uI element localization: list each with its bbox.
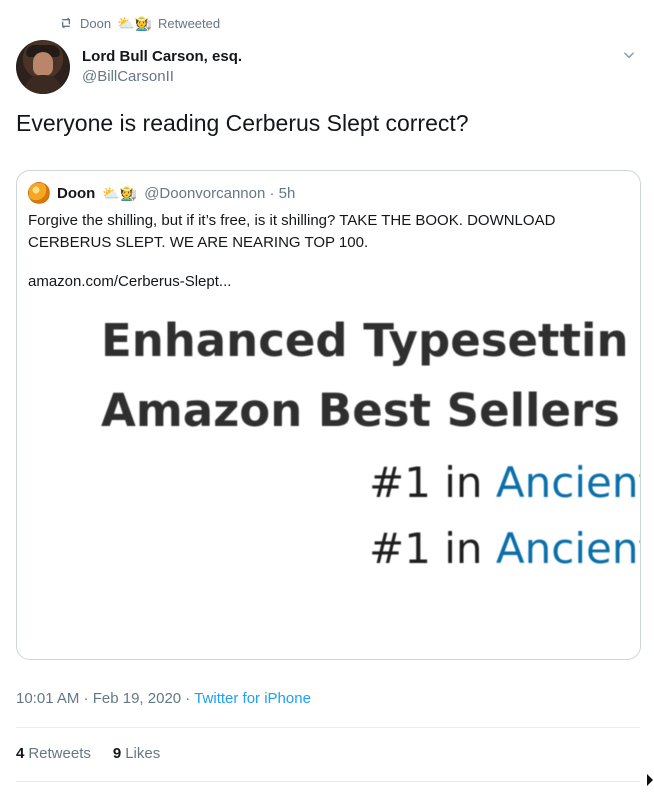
quoted-image[interactable]: Enhanced Typesettin Amazon Best Sellers … bbox=[17, 299, 640, 594]
image-heading-line: Enhanced Typesettin bbox=[101, 314, 629, 367]
tweet-text: Everyone is reading Cerberus Slept corre… bbox=[16, 110, 469, 136]
image-rank-line: #1 in Ancient bbox=[369, 525, 640, 573]
meta-divider bbox=[16, 727, 640, 728]
quoted-link[interactable]: amazon.com/Cerberus-Slept... bbox=[28, 273, 231, 290]
avatar[interactable] bbox=[16, 40, 70, 94]
author-handle[interactable]: @BillCarsonII bbox=[82, 68, 174, 85]
quoted-avatar[interactable] bbox=[28, 182, 50, 204]
retweet-user-emoji: ⛅🧑‍🌾 bbox=[117, 15, 152, 31]
quoted-display-name[interactable]: Doon bbox=[57, 185, 95, 202]
tweet-page: Doon ⛅🧑‍🌾 Retweeted Lord Bull Carson, es… bbox=[0, 0, 654, 798]
avatar-body bbox=[24, 75, 62, 94]
avatar-face bbox=[33, 52, 53, 76]
quoted-name-emoji: ⛅🧑‍🌾 bbox=[102, 185, 138, 201]
image-rank-link: Ancient bbox=[495, 524, 640, 573]
chevron-down-icon[interactable] bbox=[620, 46, 638, 64]
retweets-label: Retweets bbox=[28, 745, 91, 762]
image-rank-prefix: #1 in bbox=[369, 524, 496, 573]
play-arrow-icon bbox=[647, 774, 653, 786]
quoted-tweet-text: Forgive the shilling, but if it’s free, … bbox=[28, 212, 556, 251]
retweet-icon bbox=[58, 15, 74, 31]
retweets-count: 4 bbox=[16, 745, 25, 762]
tweet-source-link[interactable]: Twitter for iPhone bbox=[194, 690, 311, 707]
quoted-handle-time[interactable]: @Doonvorcannon · 5h bbox=[144, 185, 295, 202]
meta-separator: · bbox=[79, 690, 93, 707]
image-rank-link: Ancient bbox=[495, 458, 640, 507]
tweet-date[interactable]: Feb 19, 2020 bbox=[93, 690, 181, 707]
likes-label: Likes bbox=[125, 745, 161, 762]
tweet-author: Lord Bull Carson, esq. @BillCarsonII bbox=[16, 40, 638, 96]
meta-separator: · bbox=[181, 690, 195, 707]
tweet-time[interactable]: 10:01 AM bbox=[16, 690, 79, 707]
tweet-stats: 4 Retweets 9 Likes bbox=[16, 745, 160, 762]
image-rank-prefix: #1 in bbox=[369, 458, 496, 507]
retweet-context[interactable]: Doon ⛅🧑‍🌾 Retweeted bbox=[58, 14, 220, 32]
image-rank-line: #1 in Ancient bbox=[369, 459, 640, 507]
retweeted-label: Retweeted bbox=[157, 15, 221, 31]
quoted-tweet-card[interactable]: Doon ⛅🧑‍🌾 @Doonvorcannon · 5h Forgive th… bbox=[16, 170, 641, 660]
tweet-metadata: 10:01 AM · Feb 19, 2020 · Twitter for iP… bbox=[16, 690, 311, 707]
likes-stat[interactable]: 9 Likes bbox=[113, 745, 160, 762]
image-heading-line: Amazon Best Sellers bbox=[101, 384, 620, 437]
author-display-name[interactable]: Lord Bull Carson, esq. bbox=[82, 48, 242, 65]
retweet-user[interactable]: Doon bbox=[80, 16, 111, 31]
retweets-stat[interactable]: 4 Retweets bbox=[16, 745, 91, 762]
stats-divider bbox=[16, 781, 640, 782]
quoted-tweet-header: Doon ⛅🧑‍🌾 @Doonvorcannon · 5h bbox=[28, 182, 295, 204]
likes-count: 9 bbox=[112, 745, 122, 762]
